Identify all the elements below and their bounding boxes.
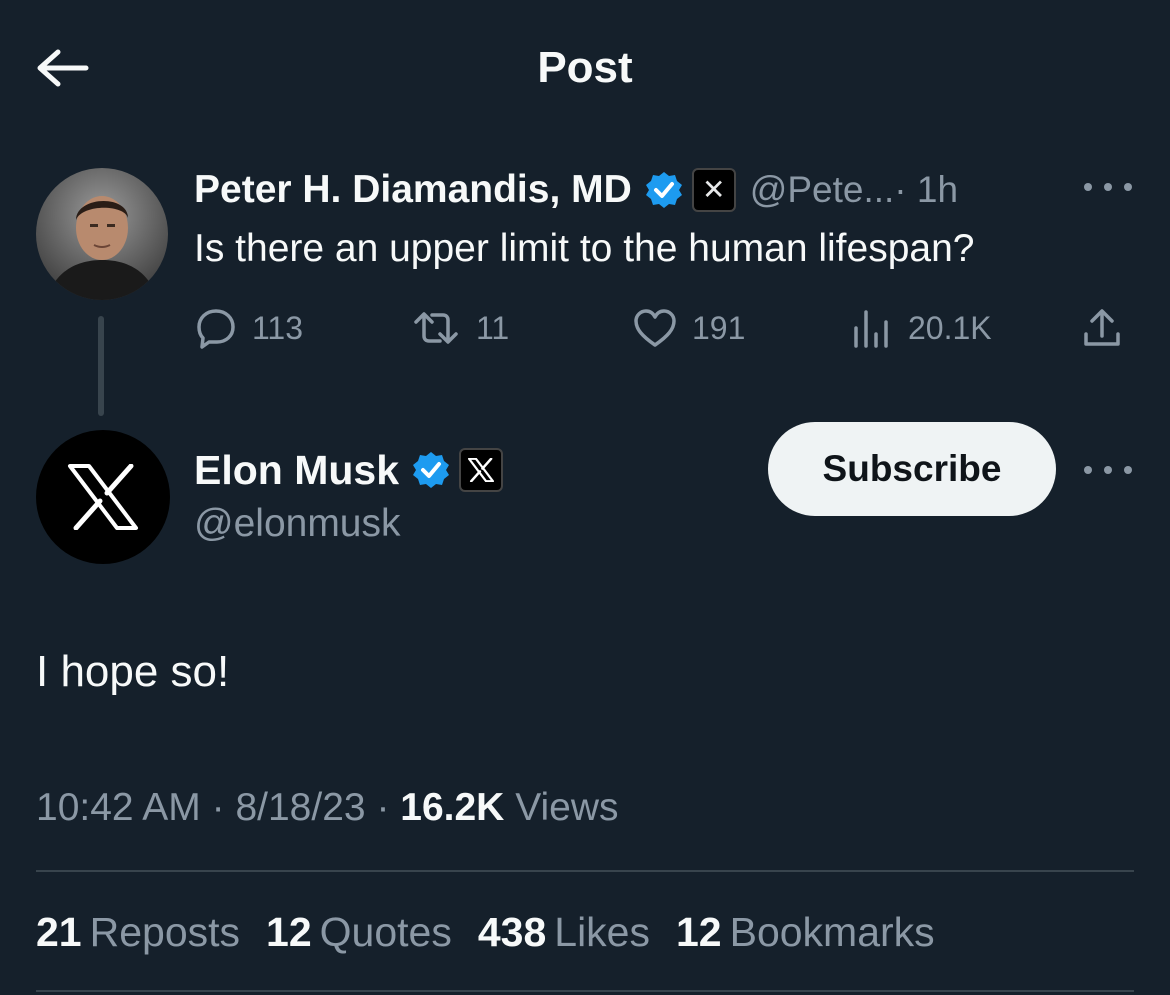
reply-button[interactable]: 113 — [194, 304, 303, 352]
stat-bookmarks[interactable]: 12 Bookmarks — [676, 906, 935, 958]
parent-author-name[interactable]: Peter H. Diamandis, MD — [194, 168, 632, 212]
x-logo-icon — [68, 464, 138, 530]
parent-author-handle[interactable]: @Pete... — [750, 169, 895, 211]
verified-badge-icon — [413, 452, 450, 488]
thread-connector-line — [98, 316, 104, 416]
separator-dot: · — [211, 786, 225, 829]
dot-icon — [1124, 183, 1132, 191]
post-date[interactable]: 8/18/23 — [235, 786, 365, 829]
parent-more-options-button[interactable] — [1084, 177, 1132, 197]
views-count: 20.1K — [908, 309, 992, 346]
post-views-label: Views — [515, 786, 619, 829]
stat-count: 12 — [675, 909, 722, 955]
dot-icon — [1104, 183, 1112, 191]
dot-icon — [1084, 466, 1092, 474]
stat-label: Bookmarks — [729, 909, 935, 955]
main-author-name[interactable]: Elon Musk — [194, 447, 399, 494]
parent-post-time[interactable]: · 1h — [894, 169, 958, 211]
engagement-stats: 21 Reposts 12 Quotes 438 Likes 12 Bookmarks — [36, 906, 961, 958]
analytics-icon — [854, 310, 888, 348]
verified-badge-icon — [645, 172, 682, 208]
dot-icon — [1084, 183, 1092, 191]
page-title: Post — [537, 43, 633, 92]
views-button[interactable]: 20.1K — [850, 304, 992, 352]
avatar-elon[interactable] — [36, 430, 170, 564]
post-views-count: 16.2K — [400, 786, 505, 829]
share-button[interactable] — [1080, 304, 1138, 352]
parent-tweet-text: Is there an upper limit to the human lif… — [194, 227, 975, 270]
dot-icon — [1104, 466, 1112, 474]
stat-reposts[interactable]: 21 Reposts — [36, 906, 240, 958]
stat-count: 21 — [36, 909, 82, 955]
main-tweet-header: Elon Musk — [194, 444, 504, 496]
reply-count: 113 — [252, 309, 304, 346]
share-icon — [1084, 309, 1120, 346]
stat-quotes[interactable]: 12 Quotes — [266, 906, 452, 958]
post-time[interactable]: 10:42 AM — [36, 786, 201, 829]
divider — [36, 990, 1134, 992]
x-affiliation-icon — [459, 448, 504, 492]
main-tweet-text: I hope so! — [36, 647, 230, 696]
stat-likes[interactable]: 438 Likes — [478, 906, 650, 958]
like-button[interactable]: 191 — [632, 304, 745, 352]
x-affiliation-icon: ✕ — [691, 168, 736, 212]
post-metadata: 10:42 AM · 8/18/23 · 16.2K Views — [36, 782, 619, 834]
stat-label: Quotes — [319, 909, 452, 955]
dot-icon — [1124, 466, 1132, 474]
separator-dot: · — [376, 786, 390, 829]
stat-label: Reposts — [89, 909, 241, 955]
stat-label: Likes — [554, 909, 650, 955]
stat-count: 438 — [477, 909, 547, 955]
avatar-photo-icon — [36, 168, 168, 300]
heart-icon — [634, 309, 676, 347]
divider — [36, 870, 1134, 872]
like-count: 191 — [692, 309, 746, 346]
subscribe-button[interactable]: Subscribe — [768, 422, 1056, 516]
stat-count: 12 — [266, 909, 312, 955]
reply-icon — [197, 309, 235, 349]
avatar-peter[interactable] — [36, 168, 168, 300]
main-more-options-button[interactable] — [1084, 460, 1132, 480]
repost-count: 11 — [476, 309, 510, 346]
parent-tweet-header: Peter H. Diamandis, MD ✕ @Pete... · 1h — [194, 164, 958, 216]
repost-icon — [414, 312, 458, 344]
repost-button[interactable]: 11 — [410, 304, 509, 352]
main-author-handle[interactable]: @elonmusk — [194, 500, 401, 548]
